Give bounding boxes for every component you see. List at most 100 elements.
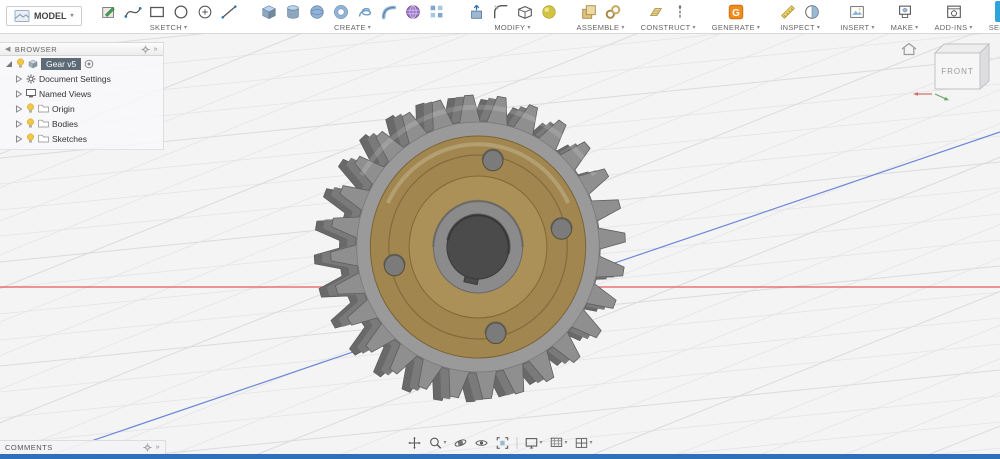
toolbar-group-construct: CONSTRUCT ▾ bbox=[635, 0, 702, 33]
scripts-and-addins-icon bbox=[946, 5, 961, 18]
collapsed-triangle-icon[interactable] bbox=[15, 104, 23, 113]
browser-item-sketches[interactable]: Sketches bbox=[0, 131, 163, 146]
visibility-bulb-icon[interactable] bbox=[26, 133, 35, 144]
comments-title: COMMENTS bbox=[5, 443, 53, 452]
tree-item-label[interactable]: Sketches bbox=[52, 134, 87, 144]
sketch-menu[interactable]: SKETCH ▾ bbox=[150, 22, 188, 33]
root-component-name[interactable]: Gear v5 bbox=[41, 57, 82, 70]
addins-menu[interactable]: ADD-INS ▾ bbox=[934, 22, 972, 33]
rectangle-button[interactable] bbox=[145, 1, 169, 22]
generate-button[interactable]: G bbox=[724, 1, 748, 22]
shell-button[interactable] bbox=[513, 1, 537, 22]
panel-settings-icon[interactable] bbox=[141, 45, 150, 54]
box-button[interactable] bbox=[257, 1, 281, 22]
grid-and-snaps-button[interactable]: ▾ bbox=[547, 435, 571, 451]
collapsed-triangle-icon[interactable] bbox=[15, 134, 23, 143]
browser-item-document-settings[interactable]: Document Settings bbox=[0, 71, 163, 86]
collapsed-triangle-icon[interactable] bbox=[15, 119, 23, 128]
select-button[interactable] bbox=[994, 1, 1000, 22]
select-icons bbox=[994, 1, 1000, 22]
grid-icon bbox=[550, 437, 563, 447]
torus-button[interactable] bbox=[329, 1, 353, 22]
visibility-bulb-icon[interactable] bbox=[26, 103, 35, 114]
tree-item-label[interactable]: Named Views bbox=[39, 89, 91, 99]
workspace-switcher[interactable]: MODEL ▾ bbox=[6, 6, 82, 26]
generate-icon: G bbox=[728, 4, 744, 19]
folder-icon bbox=[38, 119, 49, 128]
insert-icons bbox=[845, 1, 869, 22]
collapse-panel-icon[interactable]: ◀ bbox=[5, 46, 11, 53]
center-point-circle-button[interactable] bbox=[193, 1, 217, 22]
make-menu[interactable]: MAKE ▾ bbox=[891, 22, 919, 33]
comments-bar[interactable]: COMMENTS » bbox=[0, 440, 166, 454]
sphere-button[interactable] bbox=[305, 1, 329, 22]
fit-button[interactable] bbox=[492, 435, 512, 451]
create-sketch-button[interactable] bbox=[97, 1, 121, 22]
circle-button[interactable] bbox=[169, 1, 193, 22]
construction-axis-button[interactable] bbox=[668, 1, 692, 22]
comments-settings-icon[interactable] bbox=[143, 443, 152, 452]
measure-button[interactable] bbox=[776, 1, 800, 22]
construct-menu[interactable]: CONSTRUCT ▾ bbox=[641, 22, 696, 33]
rectangular-pattern-button[interactable] bbox=[425, 1, 449, 22]
browser-item-bodies[interactable]: Bodies bbox=[0, 116, 163, 131]
generate-menu[interactable]: GENERATE ▾ bbox=[712, 22, 760, 33]
expand-triangle-icon[interactable] bbox=[5, 60, 13, 68]
construction-plane-icon bbox=[650, 7, 663, 16]
zoom-button[interactable]: ▾ bbox=[425, 435, 449, 451]
coil-button[interactable] bbox=[353, 1, 377, 22]
form-button[interactable] bbox=[401, 1, 425, 22]
form-icon bbox=[405, 4, 420, 19]
pan-button[interactable] bbox=[404, 435, 424, 451]
line-button[interactable] bbox=[217, 1, 241, 22]
status-strip bbox=[0, 454, 1000, 459]
visibility-bulb-icon[interactable] bbox=[26, 118, 35, 129]
caret-down-icon: ▾ bbox=[183, 24, 188, 31]
construction-plane-button[interactable] bbox=[644, 1, 668, 22]
comments-expand-icon[interactable]: » bbox=[156, 444, 160, 451]
collapsed-triangle-icon[interactable] bbox=[15, 89, 23, 98]
gear-icon bbox=[26, 74, 36, 83]
group-label: CREATE bbox=[334, 23, 366, 32]
top-toolbar: MODEL ▾ SKETCH ▾ CREATE ▾ MODIFY ▾ ASSEM… bbox=[0, 0, 1000, 34]
pipe-button[interactable] bbox=[377, 1, 401, 22]
home-icon[interactable] bbox=[901, 42, 917, 56]
cylinder-button[interactable] bbox=[281, 1, 305, 22]
browser-root-row[interactable]: Gear v5 bbox=[0, 56, 163, 71]
tree-item-label[interactable]: Origin bbox=[52, 104, 75, 114]
spline-button[interactable] bbox=[121, 1, 145, 22]
view-cube[interactable]: FRONT bbox=[933, 42, 991, 91]
press-pull-button[interactable] bbox=[465, 1, 489, 22]
browser-item-origin[interactable]: Origin bbox=[0, 101, 163, 116]
new-component-button[interactable] bbox=[577, 1, 601, 22]
assemble-menu[interactable]: ASSEMBLE ▾ bbox=[577, 22, 625, 33]
appearance-button[interactable] bbox=[537, 1, 561, 22]
section-analysis-button[interactable] bbox=[800, 1, 824, 22]
tree-item-label[interactable]: Bodies bbox=[52, 119, 78, 129]
select-menu[interactable]: SELECT▾ bbox=[989, 22, 1000, 33]
viewport-3d[interactable]: ◀ BROWSER » Gear v5 Document Settings Na… bbox=[0, 34, 1000, 454]
modify-menu[interactable]: MODIFY ▾ bbox=[494, 22, 530, 33]
inspect-menu[interactable]: INSPECT ▾ bbox=[780, 22, 820, 33]
display-settings-button[interactable]: ▾ bbox=[521, 435, 545, 451]
visibility-bulb-icon[interactable] bbox=[16, 58, 25, 69]
panel-expand-icon[interactable]: » bbox=[154, 46, 158, 53]
viewports-button[interactable]: ▾ bbox=[572, 435, 596, 451]
insert-canvas-button[interactable] bbox=[845, 1, 869, 22]
joint-button[interactable] bbox=[601, 1, 625, 22]
workspace-label: MODEL bbox=[34, 11, 67, 21]
caret-down-icon: ▾ bbox=[692, 24, 696, 31]
insert-menu[interactable]: INSERT ▾ bbox=[840, 22, 874, 33]
activate-component-radio-icon[interactable] bbox=[84, 59, 94, 69]
collapsed-triangle-icon[interactable] bbox=[15, 74, 23, 83]
orbit-button[interactable] bbox=[450, 435, 470, 451]
tree-item-label[interactable]: Document Settings bbox=[39, 74, 111, 84]
browser-item-named-views[interactable]: Named Views bbox=[0, 86, 163, 101]
3d-print-button[interactable] bbox=[893, 1, 917, 22]
scripts-and-addins-button[interactable] bbox=[942, 1, 966, 22]
rectangle-icon bbox=[149, 6, 164, 17]
look-at-button[interactable] bbox=[471, 435, 491, 451]
create-menu[interactable]: CREATE ▾ bbox=[334, 22, 371, 33]
toolbar-group-assemble: ASSEMBLE ▾ bbox=[571, 0, 631, 33]
fillet-button[interactable] bbox=[489, 1, 513, 22]
